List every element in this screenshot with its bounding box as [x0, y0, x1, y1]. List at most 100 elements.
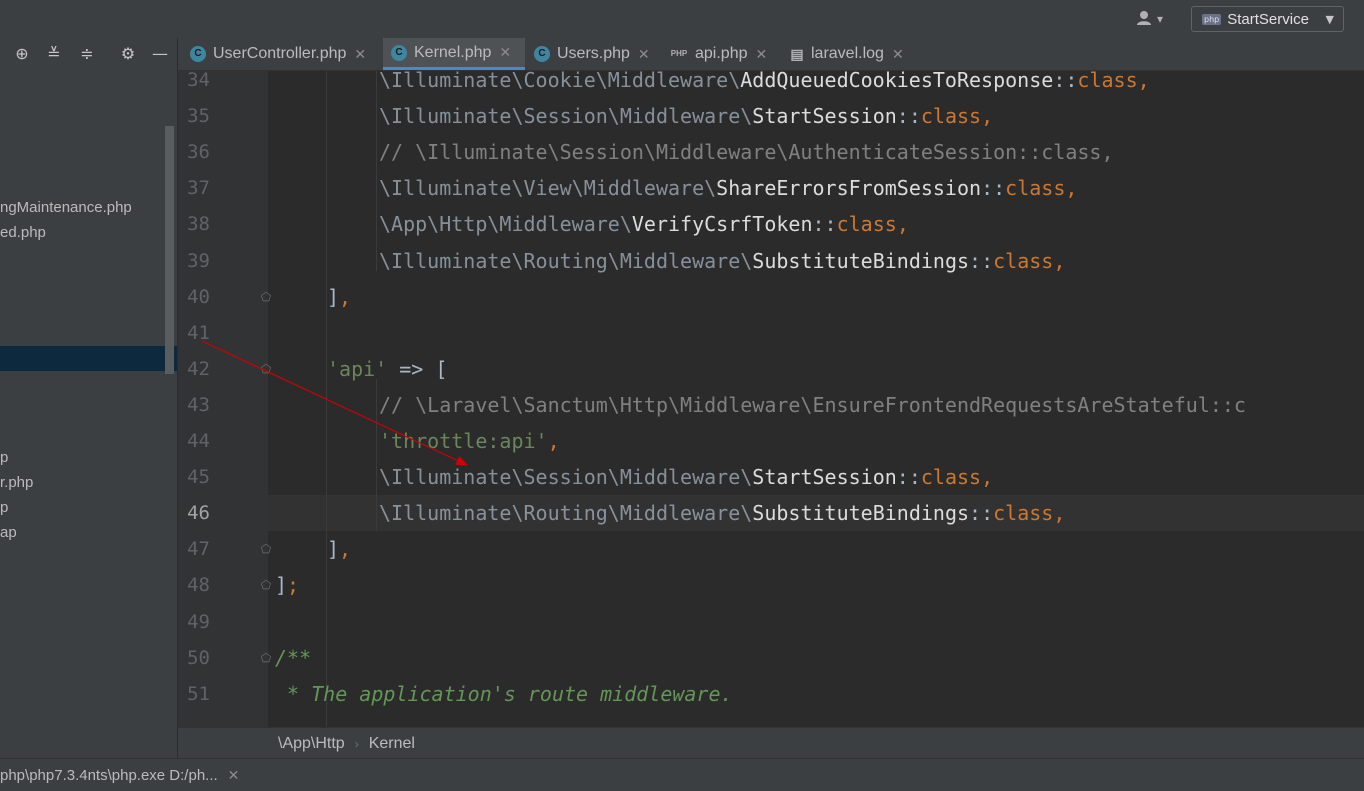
class-icon: C	[190, 46, 206, 62]
tree-item[interactable]: ap	[0, 521, 17, 545]
top-toolbar: ▾ php StartService ▼	[0, 0, 1364, 38]
code-class-name: VerifyCsrfToken	[631, 212, 813, 237]
tab-label: api.php	[695, 45, 748, 62]
fold-marker-icon[interactable]: ⬠	[259, 650, 273, 666]
code-punctuation: ,	[981, 104, 994, 129]
line-number-gutter: 34 35 36 37 38 39 40 41 42 43 44 45 46 47 48 49 50 51	[178, 71, 268, 727]
tree-item[interactable]: p	[0, 446, 8, 470]
code-comment: // \Illuminate\Session\Middleware\Authen…	[379, 140, 1114, 165]
tab-users[interactable]: C Users.php ✕	[534, 38, 664, 70]
code-keyword: class	[993, 501, 1054, 526]
code-doc-comment: * The application's route middleware.	[275, 681, 733, 706]
code-namespace: \Illuminate\View\Middleware\	[379, 176, 717, 201]
line-number: 47	[187, 538, 210, 561]
class-icon: C	[391, 44, 407, 61]
code-line: \Illuminate\Cookie\Middleware\AddQueuedC…	[379, 71, 1150, 98]
line-number: 35	[187, 105, 210, 128]
line-number: 51	[187, 682, 210, 705]
code-operator: ::	[969, 248, 994, 273]
tree-item[interactable]: ed.php	[0, 221, 46, 245]
project-panel-toolbar: ⊕ ≚ ≑ ⚙ —	[0, 38, 177, 70]
code-namespace: \Illuminate\Routing\Middleware\	[379, 248, 753, 273]
code-keyword: class	[1077, 71, 1138, 92]
code-punctuation: ,	[1053, 248, 1066, 273]
expand-all-icon[interactable]: ≚	[44, 44, 64, 64]
class-icon: C	[534, 46, 550, 62]
close-icon[interactable]: ✕	[892, 46, 904, 63]
fold-marker-icon[interactable]: ⬠	[259, 289, 273, 305]
run-config-label: StartService	[1227, 10, 1309, 28]
tab-kernel[interactable]: C Kernel.php ✕	[383, 38, 525, 70]
fold-marker-icon[interactable]: ⬠	[259, 541, 273, 557]
tree-item[interactable]: p	[0, 496, 8, 520]
tab-label: Users.php	[557, 45, 630, 62]
fold-marker-icon[interactable]: ⬠	[259, 361, 273, 377]
code-operator: ::	[1053, 71, 1078, 92]
code-editor[interactable]: 34 35 36 37 38 39 40 41 42 43 44 45 46 47 48 49 50 51 \Il…	[178, 71, 1364, 727]
gear-icon[interactable]: ⚙	[118, 44, 138, 64]
run-tab-label: php\php7.3.4nts\php.exe D:/ph...	[0, 766, 218, 784]
run-tab[interactable]: php\php7.3.4nts\php.exe D:/ph... ✕	[0, 759, 239, 791]
run-configuration-selector[interactable]: php StartService ▼	[1191, 6, 1344, 32]
code-punctuation: ,	[896, 212, 909, 237]
code-punctuation: ,	[981, 465, 994, 490]
line-number: 42	[187, 357, 210, 380]
tab-api[interactable]: PHP api.php ✕	[670, 38, 780, 70]
code-line: 'api' => [	[327, 351, 447, 387]
breadcrumb-item-namespace[interactable]: \App\Http	[278, 735, 345, 753]
line-number: 45	[187, 466, 210, 489]
code-line: // \Laravel\Sanctum\Http\Middleware\Ensu…	[379, 387, 1246, 423]
code-line: \Illuminate\View\Middleware\ShareErrorsF…	[379, 170, 1077, 206]
code-punctuation: ,	[547, 429, 560, 453]
code-string: 'throttle:api'	[379, 429, 548, 453]
close-icon[interactable]: ✕	[638, 46, 650, 63]
code-punctuation: ,	[339, 537, 352, 562]
code-text: => [	[387, 356, 448, 381]
project-tree-scrollbar[interactable]	[165, 126, 174, 374]
minimize-icon[interactable]: —	[150, 44, 170, 64]
close-icon[interactable]: ✕	[499, 44, 511, 61]
code-line: \Illuminate\Routing\Middleware\Substitut…	[379, 243, 1065, 279]
code-class-name: AddQueuedCookiesToResponse	[740, 71, 1054, 92]
target-icon[interactable]: ⊕	[12, 44, 32, 64]
code-punctuation: ,	[1137, 71, 1150, 92]
code-keyword: class	[993, 248, 1054, 273]
code-keyword: class	[1005, 176, 1066, 201]
indent-guide	[376, 379, 377, 531]
editor-tab-bar: C UserController.php ✕ C Kernel.php ✕ C …	[178, 38, 1364, 71]
tree-selected-row[interactable]	[0, 346, 177, 371]
code-operator: ::	[896, 104, 921, 129]
code-line: \Illuminate\Session\Middleware\StartSess…	[379, 459, 993, 495]
code-line: /**	[275, 640, 311, 676]
line-number: 43	[187, 393, 210, 416]
line-number: 41	[187, 321, 210, 344]
code-text: ]	[275, 573, 288, 598]
code-keyword: class	[836, 212, 897, 237]
code-line: * The application's route middleware.	[275, 676, 733, 712]
collapse-all-icon[interactable]: ≑	[77, 44, 97, 64]
line-number: 40	[187, 285, 210, 308]
close-icon[interactable]: ✕	[228, 767, 240, 784]
chevron-right-icon: ›	[354, 736, 359, 751]
chevron-down-icon: ▼	[1325, 12, 1334, 26]
code-namespace: \Illuminate\Session\Middleware\	[379, 465, 753, 490]
code-operator: ::	[812, 212, 837, 237]
project-panel: ⊕ ≚ ≑ ⚙ — ngMaintenance.php ed.php p r.p…	[0, 38, 177, 758]
tree-item[interactable]: ngMaintenance.php	[0, 196, 132, 220]
tab-user-controller[interactable]: C UserController.php ✕	[184, 38, 388, 70]
code-namespace: \Illuminate\Cookie\Middleware\	[379, 71, 741, 92]
fold-marker-icon[interactable]: ⬠	[259, 577, 273, 593]
code-line: ];	[275, 567, 299, 603]
run-tool-window-bar: php\php7.3.4nts\php.exe D:/ph... ✕	[0, 758, 1364, 791]
user-menu-button[interactable]: ▾	[1136, 9, 1172, 29]
code-line: \Illuminate\Session\Middleware\StartSess…	[379, 98, 993, 134]
tab-laravel-log[interactable]: ▤ laravel.log ✕	[790, 38, 918, 70]
code-operator: ::	[981, 176, 1006, 201]
tree-item[interactable]: r.php	[0, 471, 33, 495]
breadcrumb: \App\Http › Kernel	[178, 727, 1364, 759]
close-icon[interactable]: ✕	[756, 46, 768, 63]
code-text: ]	[327, 537, 340, 562]
tab-label: UserController.php	[213, 45, 347, 62]
breadcrumb-item-class[interactable]: Kernel	[369, 735, 415, 753]
close-icon[interactable]: ✕	[354, 46, 366, 63]
